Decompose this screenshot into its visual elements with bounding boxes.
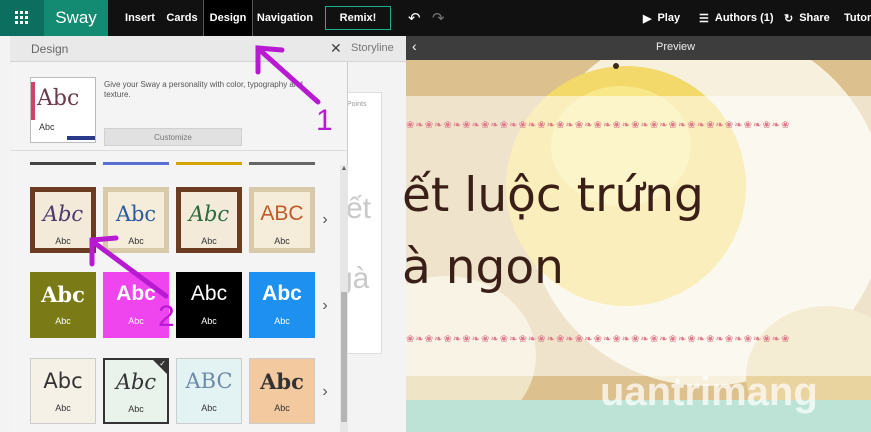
tab-design[interactable]: Design [203, 0, 253, 36]
tab-insert[interactable]: Insert [118, 0, 162, 36]
floral-border-bottom: ❀❧❀❧❀❧❀❧❀❧❀❧❀❧❀❧❀❧❀❧❀❧❀❧❀❧❀❧❀❧❀❧❀❧❀❧❀❧❀❧… [406, 334, 791, 345]
customize-button[interactable]: Customize [104, 128, 242, 146]
style-tile-small: Abc [201, 403, 217, 413]
preview-header [406, 36, 871, 60]
app-launcher-icon[interactable] [0, 0, 44, 36]
play-label: Play [657, 12, 681, 24]
style-tile-small: Abc [201, 316, 217, 326]
style-tile[interactable]: Abc Abc [249, 272, 315, 338]
play-button[interactable]: ▶ Play [643, 0, 680, 36]
thumb-accent-bar [67, 136, 95, 140]
style-tile[interactable]: Abc Abc [30, 358, 96, 424]
check-icon: ✓ [159, 359, 166, 368]
thumb-accent [31, 82, 35, 120]
style-tile-big: Abc [260, 369, 304, 394]
style-tile-small: Abc [274, 403, 290, 413]
style-tile-small: Abc [55, 316, 71, 326]
floral-border-top: ❀❧❀❧❀❧❀❧❀❧❀❧❀❧❀❧❀❧❀❧❀❧❀❧❀❧❀❧❀❧❀❧❀❧❀❧❀❧❀❧… [406, 120, 791, 131]
style-tile-small: Abc [274, 236, 290, 246]
style-tile[interactable]: Abc Abc [30, 187, 96, 253]
close-icon[interactable]: ✕ [330, 40, 342, 57]
style-tile[interactable]: ABC Abc [176, 358, 242, 424]
style-stripe [103, 162, 169, 165]
style-stripe [249, 162, 315, 165]
play-icon: ▶ [643, 12, 652, 25]
design-intro-text: Give your Sway a personality with color,… [104, 80, 303, 99]
style-tile-small: Abc [128, 404, 144, 414]
share-icon: ↻ [784, 12, 794, 25]
redo-icon[interactable]: ↷ [432, 0, 445, 36]
preview-label: Preview [656, 41, 696, 53]
panel-scrollbar-thumb[interactable] [341, 292, 347, 422]
tab-navigation[interactable]: Navigation [254, 0, 316, 36]
style-tile[interactable]: Abc Abc [30, 272, 96, 338]
style-tile-big: Abc [188, 202, 230, 226]
people-icon: ☰ [699, 12, 709, 25]
tutorials-label: Tutorials [844, 12, 871, 24]
preview-headline-line2[interactable]: à ngon [402, 240, 564, 295]
current-style-thumbnail[interactable]: Abc Abc [30, 77, 96, 143]
style-tile[interactable]: Abc Abc [103, 187, 169, 253]
chevron-left-icon[interactable]: ‹ [412, 38, 417, 54]
panel-divider [10, 150, 348, 151]
style-stripe [30, 162, 96, 165]
style-tile-small: Abc [128, 236, 144, 246]
tab-cards[interactable]: Cards [164, 0, 200, 36]
style-tile-small: Abc [55, 236, 71, 246]
points-label: Points [347, 101, 367, 108]
style-stripe [176, 162, 242, 165]
storyline-label: Storyline [351, 42, 394, 54]
scroll-up-icon[interactable]: ▲ [340, 165, 348, 175]
style-tile-big: Abc [43, 369, 83, 393]
style-tile[interactable]: Abc Abc [176, 272, 242, 338]
preview-headline-line1[interactable]: ết luộc trứng [402, 168, 704, 223]
annotation-number-2: 2 [158, 300, 175, 333]
undo-icon[interactable]: ↶ [408, 0, 421, 36]
chevron-right-icon[interactable]: › [318, 210, 332, 230]
style-tile-big: ABC [260, 202, 304, 225]
style-tile[interactable]: ABC Abc [249, 187, 315, 253]
design-panel-title: Design [31, 42, 69, 56]
style-tile-small: Abc [55, 403, 71, 413]
chevron-right-icon[interactable]: › [318, 296, 332, 316]
style-tile[interactable]: Abc Abc [249, 358, 315, 424]
style-tile-small: Abc [274, 316, 290, 326]
thumb-small: Abc [39, 122, 55, 132]
share-button[interactable]: ↻ Share [784, 0, 830, 36]
style-tile-small: Abc [201, 236, 217, 246]
annotation-number-1: 1 [316, 104, 333, 137]
style-tile-big: Abc [115, 202, 157, 226]
style-tile-big: ABC [185, 369, 233, 393]
authors-label: Authors (1) [714, 12, 774, 24]
style-tile-big: Abc [190, 282, 228, 305]
thumb-big: Abc [37, 86, 80, 111]
style-tile-selected[interactable]: Abc Abc ✓ [103, 358, 169, 424]
style-tile-big: Abc [42, 202, 84, 226]
share-label: Share [799, 12, 830, 24]
app-brand: Sway [44, 0, 108, 36]
tutorials-link[interactable]: Tutorials [844, 0, 871, 36]
chevron-right-icon[interactable]: › [318, 382, 332, 402]
remix-button[interactable]: Remix! [325, 6, 391, 30]
style-tile[interactable]: Abc Abc [176, 187, 242, 253]
style-tile-big: Abc [262, 282, 302, 305]
style-tile-big: Abc [41, 282, 85, 307]
authors-button[interactable]: ☰ Authors (1) [699, 0, 774, 36]
watermark-logo: uantrimang [600, 370, 818, 414]
